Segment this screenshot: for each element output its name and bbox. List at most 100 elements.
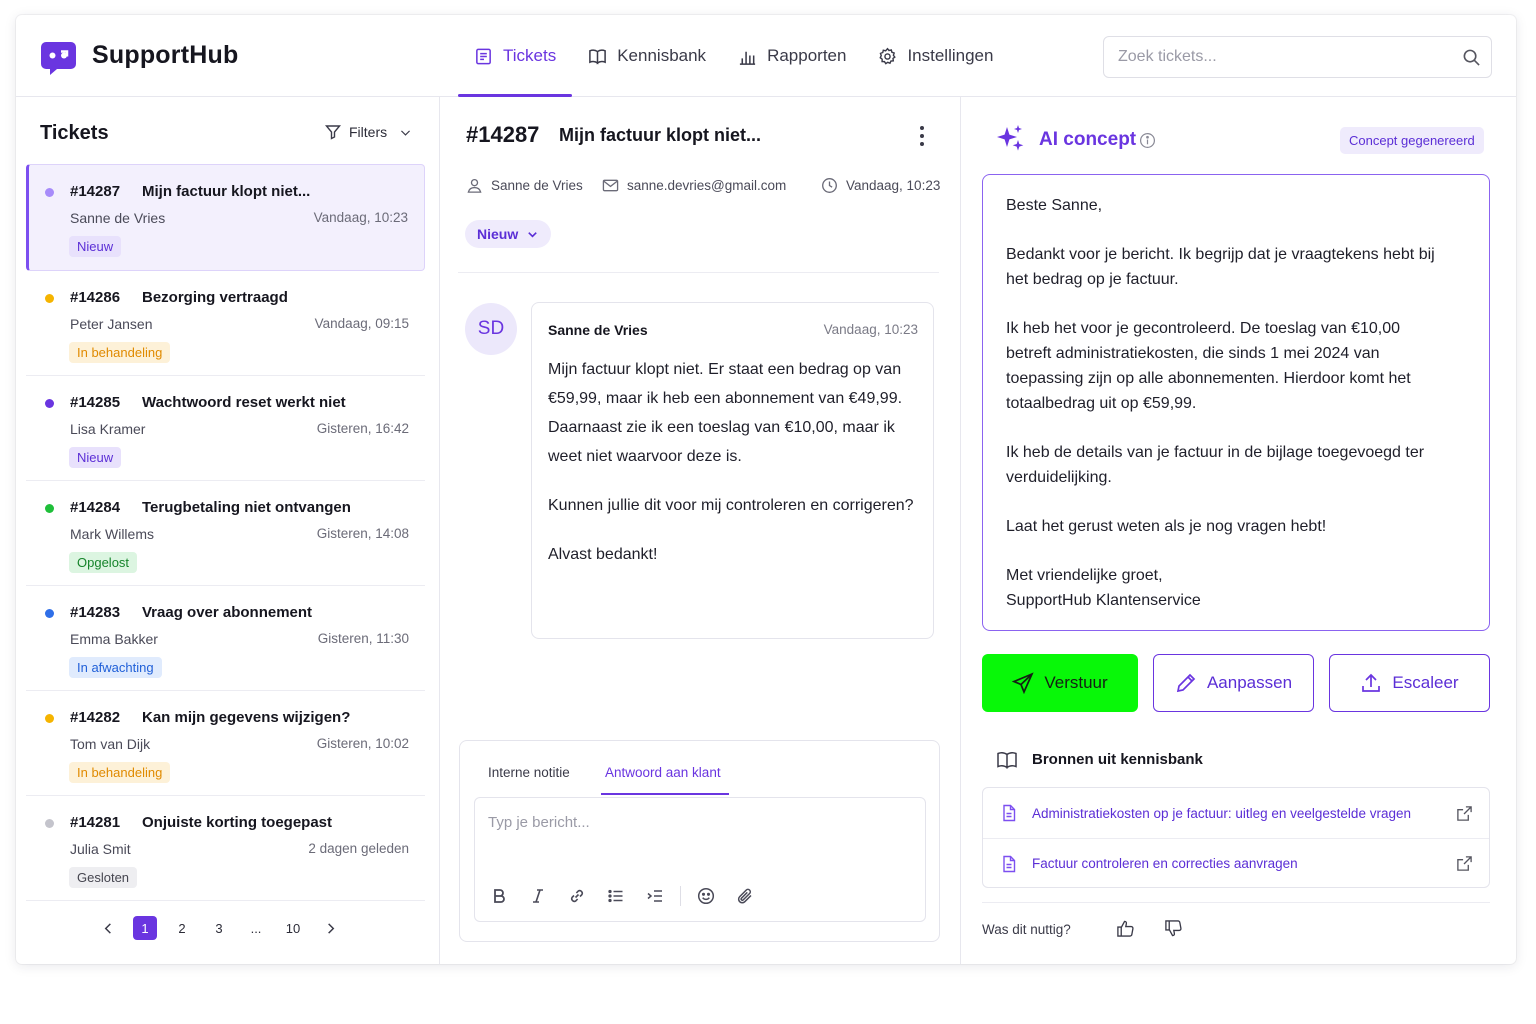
customer-name: Lisa Kramer (70, 421, 146, 437)
draft-paragraph: Ik heb het voor je gecontroleerd. De toe… (1006, 320, 1411, 412)
avatar: SD (465, 303, 517, 355)
ticket-time: 2 dagen geleden (308, 841, 409, 856)
book-icon (589, 48, 607, 64)
ticket-time: Vandaag, 10:23 (313, 210, 408, 225)
pencil-icon (1176, 673, 1196, 693)
draft-paragraph: Beste Sanne, (1006, 197, 1103, 214)
source-link[interactable]: Factuur controleren en correcties aanvra… (983, 838, 1489, 888)
bold-button[interactable] (489, 886, 509, 906)
thumbs-up-icon[interactable] (1116, 919, 1135, 938)
filters-button[interactable]: Filters (325, 124, 412, 140)
customer-name: Sanne de Vries (491, 178, 583, 193)
indent-button[interactable] (645, 886, 665, 906)
nav-tab-rapporten[interactable]: Rapporten (722, 15, 862, 97)
chevron-down-icon (528, 231, 538, 237)
link-button[interactable] (567, 886, 587, 906)
gear-icon (879, 47, 897, 65)
nav-tab-instellingen[interactable]: Instellingen (862, 15, 1009, 97)
ticket-icon (476, 48, 491, 64)
ticket-id: #14281 (70, 814, 121, 831)
status-badge: Nieuw (69, 447, 122, 468)
concept-status-badge: Concept gegenereerd (1340, 127, 1484, 154)
page-button[interactable]: 1 (133, 916, 157, 940)
italic-button[interactable] (528, 886, 548, 906)
document-icon (1003, 855, 1016, 872)
status-badge: Nieuw (69, 236, 122, 257)
ticket-list-item[interactable]: #14281 Onjuiste korting toegepast Julia Sm… (26, 796, 425, 901)
ai-draft-text[interactable]: Beste Sanne, Bedankt voor je bericht. Ik… (982, 174, 1490, 631)
edit-label: Aanpassen (1206, 673, 1293, 692)
ticket-detail-panel: #14287 Mijn factuur klopt niet... Sanne … (440, 97, 961, 964)
ticket-title: Kan mijn gegevens wijzigen? (142, 709, 351, 726)
page-button[interactable]: 3 (207, 916, 231, 940)
ticket-time: Gisteren, 10:02 (316, 736, 409, 751)
reply-box (474, 797, 926, 922)
send-button[interactable]: Verstuur (982, 654, 1138, 712)
search-icon[interactable] (1462, 48, 1481, 67)
ticket-id: #14286 (70, 289, 121, 306)
customer-name: Tom van Dijk (70, 736, 151, 752)
ticket-id: #14285 (70, 394, 121, 411)
ticket-list-item[interactable]: #14283 Vraag over abonnement Emma Bakker Gi… (26, 586, 425, 691)
search-input[interactable] (1104, 37, 1434, 77)
ticket-list-item[interactable]: #14282 Kan mijn gegevens wijzigen? Tom van… (26, 691, 425, 796)
ticket-list-item[interactable]: #14286 Bezorging vertraagd Peter Jansen Van… (26, 271, 425, 376)
draft-paragraph: SupportHub Klantenservice (1006, 592, 1201, 610)
page-button[interactable]: 2 (170, 916, 194, 940)
status-badge: Gesloten (69, 867, 138, 888)
thumbs-down-icon[interactable] (1164, 919, 1183, 938)
draft-paragraph: Laat het gerust weten als je nog vragen … (1006, 518, 1327, 536)
escalate-label: Escaleer (1392, 673, 1459, 692)
page-button: ... (250, 920, 262, 936)
attach-button[interactable] (735, 886, 755, 906)
format-toolbar (489, 886, 774, 906)
tab-interne-notitie[interactable]: Interne notitie (488, 765, 570, 780)
source-link[interactable]: Administratiekosten op je factuur: uitle… (983, 788, 1489, 838)
nav-tab-kennisbank[interactable]: Kennisbank (572, 15, 722, 97)
info-icon[interactable] (1139, 132, 1156, 149)
escalate-button[interactable]: Escaleer (1329, 654, 1490, 712)
meta-customer: Sanne de Vries (466, 177, 583, 194)
status-badge: In afwachting (69, 657, 162, 678)
draft-paragraph: Bedankt voor je bericht. Ik begrijp dat … (1006, 246, 1435, 289)
reply-input[interactable] (475, 798, 925, 868)
nav-tab-label: Instellingen (907, 46, 994, 65)
message-time: Vandaag, 10:23 (823, 322, 918, 337)
user-icon (467, 178, 482, 193)
bullet-list-button[interactable] (606, 886, 626, 906)
more-options-icon[interactable] (915, 124, 929, 148)
emoji-button[interactable] (696, 886, 716, 906)
customer-name: Emma Bakker (70, 631, 158, 647)
status-dropdown[interactable]: Nieuw (465, 220, 552, 248)
customer-name: Peter Jansen (70, 316, 153, 332)
top-header: SupportHub Tickets Kennisbank Rapporten … (16, 15, 1516, 97)
tab-antwoord-aan-klant[interactable]: Antwoord aan klant (605, 765, 721, 780)
ticket-title: Onjuiste korting toegepast (142, 814, 333, 831)
bold-icon (494, 889, 505, 903)
ticket-time: Gisteren, 14:08 (316, 526, 409, 541)
brand-name: SupportHub (92, 41, 239, 69)
document-icon (1003, 804, 1016, 822)
source-label: Factuur controleren en correcties aanvra… (1032, 856, 1298, 871)
ticket-title: Terugbetaling niet ontvangen (142, 499, 351, 516)
page-button[interactable]: 10 (281, 916, 305, 940)
next-page-button[interactable] (318, 916, 342, 940)
book-icon (997, 751, 1017, 769)
ticket-list-item[interactable]: #14285 Wachtwoord reset werkt niet Lisa Kr… (26, 376, 425, 481)
ticket-time: Vandaag, 10:23 (846, 178, 941, 193)
nav-tab-tickets[interactable]: Tickets (458, 15, 573, 97)
status-dot (45, 819, 54, 828)
external-link-icon (1457, 856, 1472, 871)
chevron-down-icon (401, 129, 411, 136)
ticket-list-item[interactable]: #14287 Mijn factuur klopt niet... Sanne de… (26, 164, 425, 271)
prev-page-button[interactable] (96, 916, 120, 940)
message-paragraph: Mijn factuur klopt niet. Er staat een be… (548, 361, 903, 465)
edit-button[interactable]: Aanpassen (1153, 654, 1314, 712)
ticket-list-title: Tickets (40, 122, 109, 144)
ai-concept-panel: AI concept Concept gegenereerd Beste San… (961, 97, 1516, 964)
customer-name: Mark Willems (70, 526, 154, 542)
ticket-list-item[interactable]: #14284 Terugbetaling niet ontvangen Mark W… (26, 481, 425, 586)
divider (458, 272, 939, 273)
status-badge: Opgelost (69, 552, 138, 573)
external-link-icon (1457, 805, 1472, 821)
